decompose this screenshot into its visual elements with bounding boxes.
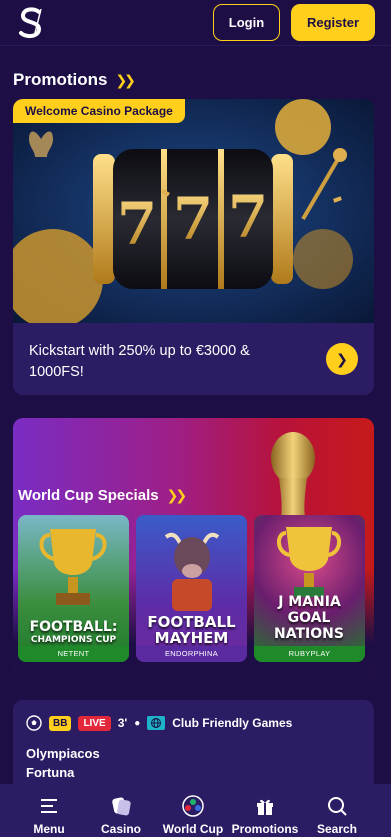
promotions-title: Promotions — [13, 70, 108, 89]
nav-label: Casino — [100, 822, 141, 836]
live-badge: LIVE — [78, 715, 111, 731]
bottom-navigation: Menu Casino World Cup Promotions Search — [0, 784, 391, 837]
nav-promotions[interactable]: Promotions — [230, 784, 300, 837]
league-name: Club Friendly Games — [172, 716, 293, 730]
svg-text:7: 7 — [117, 190, 157, 258]
promotions-heading[interactable]: Promotions ❯❯ — [13, 69, 136, 91]
world-cup-heading[interactable]: World Cup Specials ❯❯ — [18, 487, 188, 504]
game-title-line2: GOAL NATIONS — [274, 610, 344, 642]
team-away: Fortuna — [26, 765, 75, 780]
cup-icon — [39, 529, 107, 605]
nav-label: Search — [316, 822, 358, 836]
promo-badge: Welcome Casino Package — [13, 99, 185, 123]
search-icon — [328, 797, 347, 816]
nav-casino[interactable]: Casino — [86, 784, 156, 837]
top-header: Login Register — [0, 0, 391, 46]
svg-text:7: 7 — [173, 185, 213, 253]
separator-dot: ● — [134, 717, 141, 729]
promo-description: Kickstart with 250% up to €3000 & 1000FS… — [29, 343, 250, 380]
register-button[interactable]: Register — [291, 4, 375, 41]
nav-label: Menu — [33, 822, 65, 836]
game-title-line1: J MANIA — [278, 594, 341, 610]
login-button[interactable]: Login — [213, 4, 280, 41]
golden-cup-icon — [277, 527, 341, 597]
nav-label: World Cup — [162, 822, 224, 836]
nav-label: Promotions — [231, 822, 299, 836]
nav-world-cup[interactable]: World Cup — [158, 784, 228, 837]
double-chevron-icon: ❯❯ — [166, 487, 188, 503]
game-provider: RUBYPLAY — [254, 646, 365, 662]
match-minute: 3' — [117, 716, 128, 730]
game-provider: NETENT — [18, 646, 129, 662]
game-tile-football-champions-cup[interactable]: FOOTBALL: CHAMPIONS CUP NETENT — [18, 515, 129, 662]
globe-icon — [147, 716, 166, 730]
match-info-row: BB LIVE 3' ● Club Friendly Games — [26, 714, 292, 732]
soccer-ball-icon — [26, 715, 42, 731]
double-chevron-icon: ❯❯ — [115, 71, 136, 88]
s-logo-icon[interactable] — [17, 6, 45, 40]
world-cup-section: World Cup Specials ❯❯ FOOTBALL: CHAMPION… — [13, 418, 374, 676]
nav-search[interactable]: Search — [302, 784, 372, 837]
game-tile-football-mayhem[interactable]: FOOTBALL MAYHEM ENDORPHINA — [136, 515, 247, 662]
promo-card[interactable]: 7 7 7 Welcome Casino Package Kickstart w… — [13, 99, 374, 395]
casino-chip-icon — [112, 797, 131, 816]
team-home: Olympiacos — [26, 746, 100, 761]
chevron-right-icon[interactable]: ❯ — [326, 343, 358, 375]
game-title-line2: MAYHEM — [154, 629, 229, 647]
gift-icon — [257, 799, 273, 815]
svg-text:7: 7 — [228, 183, 268, 251]
world-cup-title: World Cup Specials — [18, 487, 159, 504]
game-tile-j-mania-goal-nations[interactable]: J MANIA GOAL NATIONS RUBYPLAY — [254, 515, 365, 662]
bull-mascot-icon — [164, 532, 220, 611]
soccer-ball-icon — [182, 795, 204, 817]
game-provider: ENDORPHINA — [136, 646, 247, 662]
menu-icon — [41, 799, 57, 813]
game-title-line1: FOOTBALL — [147, 613, 236, 631]
slot-777-icon: 7 7 7 — [13, 99, 374, 323]
nav-menu[interactable]: Menu — [14, 784, 84, 837]
bb-badge: BB — [49, 715, 72, 731]
